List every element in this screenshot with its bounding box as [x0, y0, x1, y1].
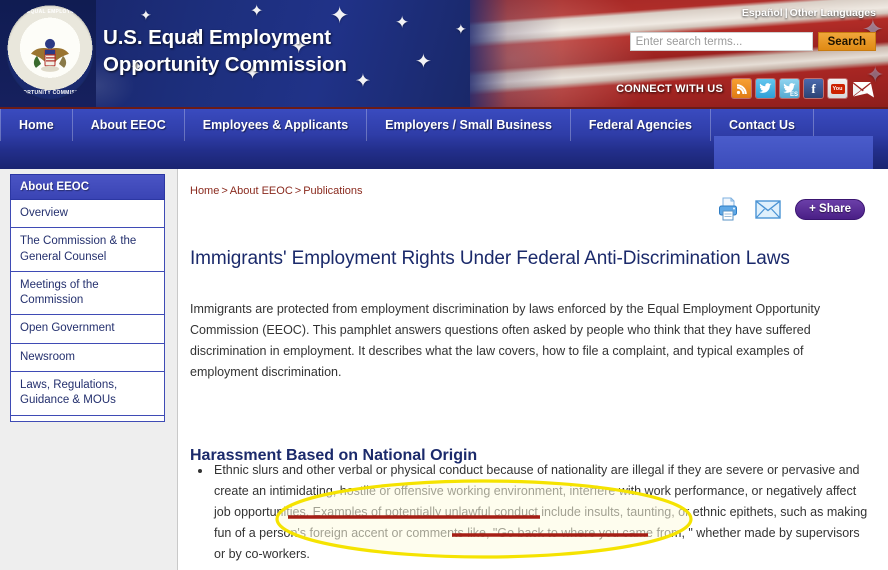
- bullet-list: Ethnic slurs and other verbal or physica…: [190, 460, 872, 565]
- site-title-line1: U.S. Equal Employment: [103, 26, 331, 49]
- language-links: Español | Other Languages: [742, 7, 876, 19]
- eeoc-publication-page: ✦ ✦ ✦ ✦ ✦ ✦ ✦ ✦ ✦ ✦ ✦ ✦ ✦ ✦ U.S. EQUAL E…: [0, 0, 888, 570]
- other-languages-link[interactable]: Other Languages: [790, 7, 876, 19]
- youtube-icon[interactable]: You: [828, 79, 847, 98]
- sidebar-item-laws-regulations[interactable]: Laws, Regulations, Guidance & MOUs: [10, 371, 165, 416]
- eagle-emblem-icon: [31, 38, 69, 72]
- breadcrumb-separator: >: [221, 185, 228, 197]
- rss-icon[interactable]: [732, 79, 751, 98]
- nav-item-federal-agencies[interactable]: Federal Agencies: [571, 109, 711, 141]
- breadcrumb-item-publications[interactable]: Publications: [303, 185, 362, 197]
- youtube-badge: You: [830, 83, 845, 94]
- connect-with-us: CONNECT WITH US ES f You: [616, 79, 876, 98]
- sidebar-item-overview[interactable]: Overview: [10, 200, 165, 229]
- espanol-link[interactable]: Español: [742, 7, 783, 19]
- sidebar-header: About EEOC: [10, 174, 165, 200]
- facebook-icon[interactable]: f: [804, 79, 823, 98]
- email-icon[interactable]: [852, 79, 876, 98]
- document-actions: + Share: [715, 196, 865, 222]
- flag-star: ✦: [455, 21, 467, 37]
- sidebar-item-open-government[interactable]: Open Government: [10, 315, 165, 344]
- twitter-icon[interactable]: [756, 79, 775, 98]
- sidebar-item-meetings[interactable]: Meetings of the Commission: [10, 271, 165, 316]
- site-title: U.S. Equal Employment Opportunity Commis…: [103, 24, 347, 79]
- nav-item-employees-applicants[interactable]: Employees & Applicants: [185, 109, 368, 141]
- sidebar-item-newsroom[interactable]: Newsroom: [10, 343, 165, 372]
- nav-item-about-eeoc[interactable]: About EEOC: [73, 109, 185, 141]
- nav-item-home[interactable]: Home: [0, 109, 73, 141]
- seal-ring-text-top: U.S. EQUAL EMPLOYMENT: [14, 9, 86, 15]
- print-icon[interactable]: [715, 196, 741, 222]
- list-item: Ethnic slurs and other verbal or physica…: [212, 460, 872, 565]
- flag-star: ✦: [415, 51, 432, 73]
- sidebar-navigation: About EEOC Overview The Commission & the…: [10, 174, 165, 422]
- search-button[interactable]: Search: [817, 32, 876, 51]
- breadcrumb-item-about-eeoc[interactable]: About EEOC: [230, 185, 293, 197]
- flag-star: ✦: [140, 7, 152, 23]
- search-bar: Search: [629, 32, 876, 51]
- breadcrumb-item-home[interactable]: Home: [190, 185, 219, 197]
- sidebar-footer-strip: [10, 415, 165, 422]
- flag-star: ✦: [355, 71, 371, 92]
- twitter-spanish-icon[interactable]: ES: [780, 79, 799, 98]
- nav-dropdown-panel[interactable]: [714, 136, 873, 169]
- site-title-line2: Opportunity Commission: [103, 53, 347, 77]
- language-separator: |: [784, 7, 788, 19]
- breadcrumb-separator: >: [294, 185, 302, 197]
- eeoc-seal-logo: U.S. EQUAL EMPLOYMENT OPPORTUNITY COMMIS…: [6, 5, 94, 100]
- nav-item-employers-small-business[interactable]: Employers / Small Business: [367, 109, 571, 141]
- flag-star: ✦: [395, 13, 410, 32]
- intro-paragraph: Immigrants are protected from employment…: [190, 301, 821, 379]
- connect-with-us-label: CONNECT WITH US: [616, 82, 723, 95]
- search-input[interactable]: [629, 32, 813, 51]
- main-content: Home > About EEOC > Publications + Share…: [177, 169, 888, 570]
- sidebar-item-commission-general-counsel[interactable]: The Commission & the General Counsel: [10, 228, 165, 272]
- share-button[interactable]: + Share: [795, 198, 865, 220]
- breadcrumb: Home > About EEOC > Publications: [190, 185, 363, 197]
- twitter-spanish-badge: ES: [789, 92, 798, 98]
- email-page-icon[interactable]: [755, 199, 781, 219]
- page-body: About EEOC Overview The Commission & the…: [0, 169, 888, 570]
- flag-star: ✦: [250, 3, 264, 20]
- site-header: ✦ ✦ ✦ ✦ ✦ ✦ ✦ ✦ ✦ ✦ ✦ ✦ ✦ ✦ U.S. EQUAL E…: [0, 0, 888, 107]
- page-title: Immigrants' Employment Rights Under Fede…: [190, 247, 790, 269]
- seal-ring-text-bottom: OPPORTUNITY COMMISSION: [11, 90, 89, 96]
